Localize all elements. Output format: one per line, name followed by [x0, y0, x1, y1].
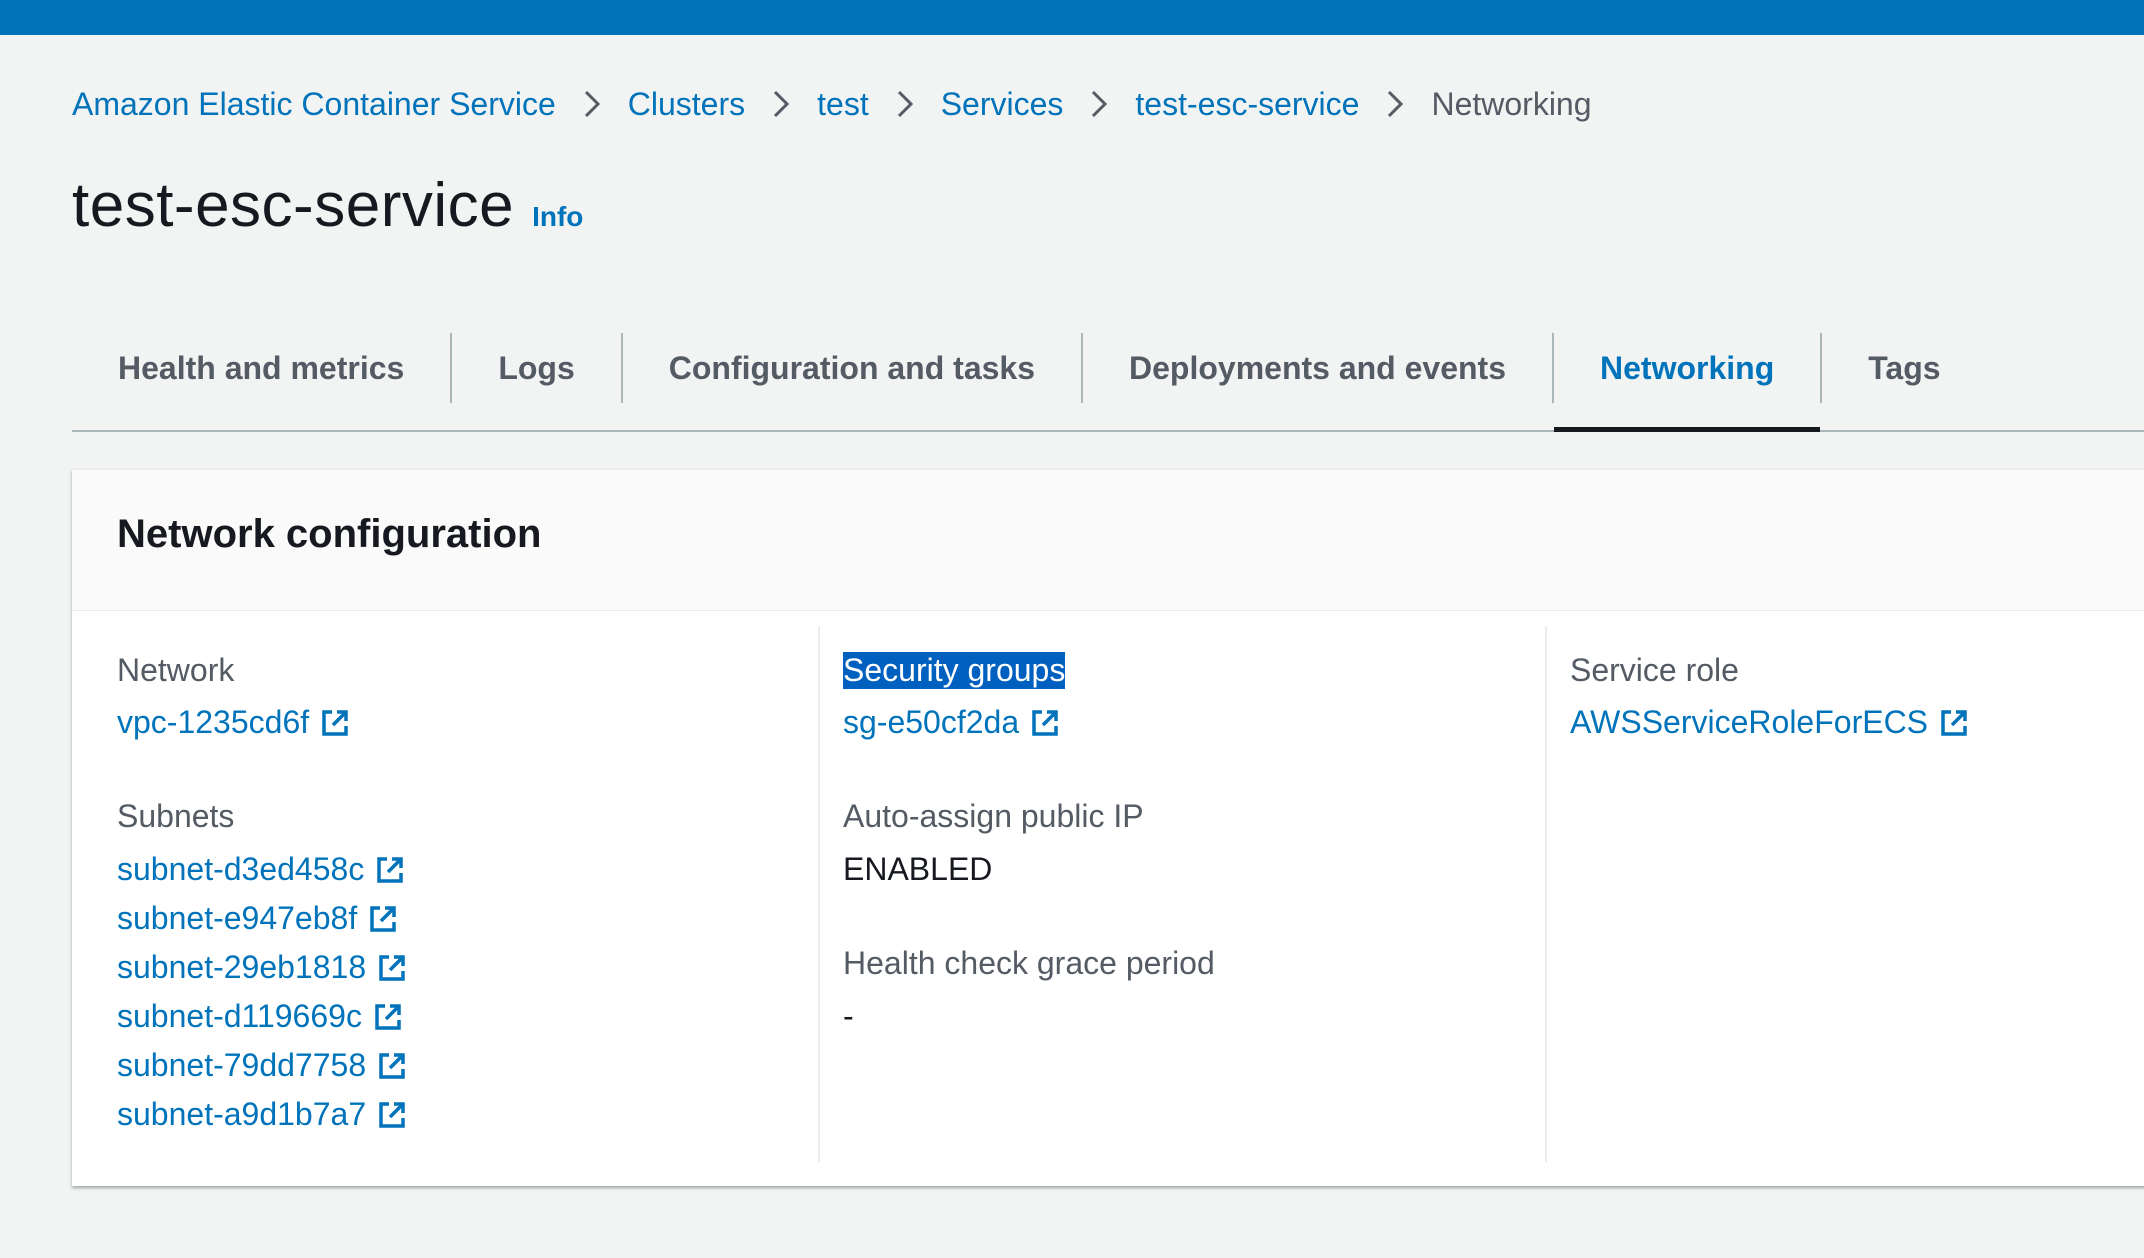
- subnet-link[interactable]: subnet-a9d1b7a7: [117, 1096, 408, 1133]
- network-configuration-panel: Network configuration Network vpc-1235cd…: [72, 469, 2144, 1186]
- external-link-icon: [322, 709, 348, 736]
- security-group-value: sg-e50cf2da: [843, 704, 1020, 740]
- breadcrumb-services[interactable]: Services: [941, 86, 1064, 123]
- tab-label: Deployments and events: [1129, 350, 1506, 386]
- panel-header: Network configuration: [72, 470, 2144, 611]
- subnet-link[interactable]: subnet-e947eb8f: [117, 900, 399, 937]
- chevron-right-icon: [745, 80, 817, 128]
- subnet-link[interactable]: subnet-29eb1818: [117, 949, 408, 986]
- breadcrumb: Amazon Elastic Container Service Cluster…: [72, 80, 1592, 128]
- subnet-link[interactable]: subnet-d119669c: [117, 998, 404, 1035]
- tab-label: Configuration and tasks: [668, 350, 1035, 386]
- chevron-right-icon: [869, 80, 941, 128]
- breadcrumb-cluster-test[interactable]: test: [817, 86, 869, 123]
- subnet-link[interactable]: subnet-d3ed458c: [117, 851, 406, 888]
- breadcrumb-current: Networking: [1431, 85, 1592, 122]
- page-header: test-esc-service Info: [72, 170, 583, 241]
- tab-configuration-and-tasks[interactable]: Configuration and tasks: [623, 330, 1081, 430]
- page-title: test-esc-service: [72, 171, 515, 240]
- breadcrumb-service[interactable]: test-esc-service: [1135, 86, 1359, 123]
- breadcrumb-ecs[interactable]: Amazon Elastic Container Service: [72, 86, 556, 123]
- chevron-right-icon: [1359, 80, 1431, 128]
- subnet-value: subnet-d119669c: [117, 998, 362, 1034]
- network-vpc-value: vpc-1235cd6f: [117, 704, 310, 740]
- tab-label: Tags: [1868, 350, 1941, 386]
- subnet-link[interactable]: subnet-79dd7758: [117, 1047, 408, 1084]
- chevron-right-icon: [1063, 80, 1135, 128]
- auto-assign-public-ip-label: Auto-assign public IP: [843, 798, 1144, 834]
- external-link-icon: [379, 1052, 405, 1079]
- panel-title: Network configuration: [117, 512, 542, 556]
- top-navigation-bar: [0, 0, 2144, 35]
- auto-assign-public-ip-value: ENABLED: [843, 851, 993, 887]
- external-link-icon: [379, 1101, 405, 1128]
- service-role-link[interactable]: AWSServiceRoleForECS: [1570, 704, 1970, 741]
- security-group-link[interactable]: sg-e50cf2da: [843, 704, 1061, 741]
- subnet-value: subnet-e947eb8f: [117, 900, 358, 936]
- network-vpc-link[interactable]: vpc-1235cd6f: [117, 704, 351, 741]
- tab-logs[interactable]: Logs: [452, 330, 620, 430]
- subnet-value: subnet-d3ed458c: [117, 851, 365, 887]
- subnet-value: subnet-a9d1b7a7: [117, 1096, 367, 1132]
- column-divider: [1545, 626, 1547, 1162]
- tab-tags[interactable]: Tags: [1822, 330, 1986, 430]
- service-role-label: Service role: [1570, 652, 1739, 688]
- tab-deployments-and-events[interactable]: Deployments and events: [1083, 330, 1552, 430]
- tab-health-and-metrics[interactable]: Health and metrics: [72, 330, 450, 430]
- external-link-icon: [377, 856, 404, 883]
- health-check-grace-period-value: -: [843, 998, 854, 1034]
- network-label: Network: [117, 652, 235, 688]
- info-link[interactable]: Info: [532, 201, 583, 233]
- external-link-icon: [1941, 709, 1967, 736]
- external-link-icon: [370, 905, 396, 932]
- external-link-icon: [375, 1003, 401, 1030]
- tab-label: Networking: [1600, 350, 1775, 386]
- service-role-value: AWSServiceRoleForECS: [1570, 704, 1929, 740]
- subnet-value: subnet-79dd7758: [117, 1047, 367, 1083]
- security-groups-label: Security groups: [843, 652, 1066, 689]
- column-divider: [818, 626, 820, 1162]
- health-check-grace-period-label: Health check grace period: [843, 945, 1215, 981]
- subnets-label: Subnets: [117, 798, 235, 834]
- subnet-value: subnet-29eb1818: [117, 949, 367, 985]
- tab-bar: Health and metrics Logs Configuration an…: [72, 330, 2144, 432]
- chevron-right-icon: [556, 80, 628, 128]
- tab-label: Logs: [498, 350, 575, 386]
- external-link-icon: [1032, 709, 1058, 736]
- breadcrumb-clusters[interactable]: Clusters: [628, 86, 745, 123]
- tab-label: Health and metrics: [118, 350, 405, 386]
- tab-networking[interactable]: Networking: [1554, 330, 1821, 432]
- external-link-icon: [379, 954, 405, 981]
